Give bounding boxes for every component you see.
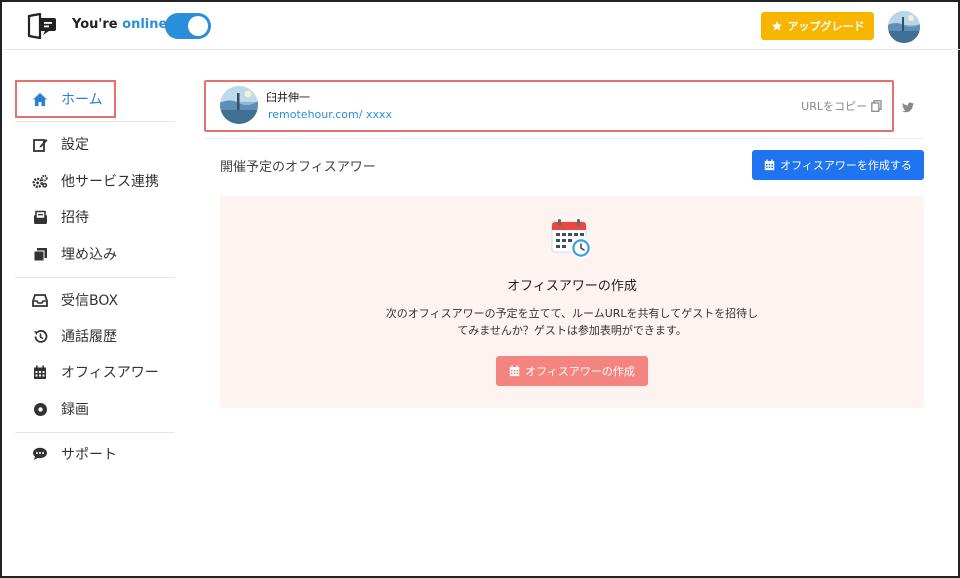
- sidebar-divider: [15, 432, 175, 433]
- calendar-icon: [764, 159, 775, 171]
- sidebar-item-label: サポート: [61, 447, 117, 463]
- panel-create-label: オフィスアワーの作成: [525, 365, 635, 378]
- sidebar-item-label: オフィスアワー: [61, 365, 159, 381]
- sidebar-item-home[interactable]: ホーム: [32, 84, 103, 114]
- copy-icon: [871, 100, 882, 112]
- user-avatar[interactable]: [888, 11, 920, 43]
- profile-name: 臼井伸一: [266, 91, 310, 104]
- star-icon: [771, 21, 782, 31]
- create-office-hour-panel-button[interactable]: オフィスアワーの作成: [496, 356, 648, 386]
- sidebar-item-label: ホーム: [61, 92, 103, 108]
- sidebar-item-label: 受信BOX: [61, 293, 119, 309]
- chat-icon: [32, 446, 48, 462]
- sidebar-item-inbox[interactable]: 受信BOX: [32, 285, 118, 315]
- sidebar-item-recording[interactable]: 録画: [32, 394, 89, 424]
- edit-icon: [32, 136, 48, 152]
- online-toggle[interactable]: [165, 13, 211, 39]
- sidebar-divider: [15, 277, 175, 278]
- sidebar-item-label: 埋め込み: [61, 247, 117, 263]
- invite-icon: [32, 209, 48, 225]
- record-icon: [32, 401, 48, 417]
- empty-state-panel: オフィスアワーの作成 次のオフィスアワーの予定を立てて、ルームURLを共有してゲ…: [220, 196, 924, 408]
- sidebar: ホーム 設定 他サービス連携 招待 埋め込み 受信BOX 通話履歴 オフィスアワ…: [4, 50, 184, 578]
- sidebar-item-label: 招待: [61, 210, 89, 226]
- sidebar-item-label: 録画: [61, 402, 89, 418]
- toggle-knob: [188, 16, 208, 36]
- history-icon: [32, 328, 48, 344]
- calendar-icon: [32, 364, 48, 380]
- home-icon: [32, 91, 48, 107]
- sidebar-item-integrations[interactable]: 他サービス連携: [32, 166, 159, 196]
- sidebar-item-label: 通話履歴: [61, 329, 117, 345]
- calendar-clock-icon: [550, 217, 592, 259]
- remotehour-logo-icon[interactable]: [26, 12, 58, 40]
- online-label: online: [122, 17, 168, 32]
- sidebar-item-call-history[interactable]: 通話履歴: [32, 321, 117, 351]
- copy-url-button[interactable]: URLをコピー: [801, 98, 882, 114]
- empty-state-title: オフィスアワーの作成: [507, 279, 637, 294]
- room-url-link[interactable]: remotehour.com/ xxxx: [268, 108, 392, 121]
- top-header: You're online アップグレード: [4, 4, 960, 50]
- gears-icon: [32, 173, 48, 189]
- create-office-hour-label: オフィスアワーを作成する: [780, 159, 912, 172]
- sidebar-item-support[interactable]: サポート: [32, 439, 117, 469]
- sidebar-item-label: 他サービス連携: [61, 174, 159, 190]
- sidebar-item-embed[interactable]: 埋め込み: [32, 239, 117, 269]
- copy-url-label: URLをコピー: [801, 100, 867, 113]
- sidebar-item-office-hours[interactable]: オフィスアワー: [32, 357, 159, 387]
- inbox-icon: [32, 292, 48, 308]
- content-divider: [204, 138, 924, 139]
- sidebar-item-invite[interactable]: 招待: [32, 202, 89, 232]
- empty-state-description: 次のオフィスアワーの予定を立てて、ルームURLを共有してゲストを招待してみません…: [385, 307, 759, 337]
- sidebar-item-settings[interactable]: 設定: [32, 129, 89, 159]
- twitter-icon[interactable]: [902, 98, 914, 113]
- upgrade-button[interactable]: アップグレード: [761, 12, 874, 40]
- create-office-hour-button[interactable]: オフィスアワーを作成する: [752, 150, 924, 180]
- profile-avatar: [220, 86, 258, 124]
- embed-icon: [32, 246, 48, 262]
- sidebar-item-label: 設定: [61, 137, 89, 153]
- online-status-text: You're online: [72, 17, 168, 32]
- sidebar-divider: [15, 121, 175, 122]
- profile-url-card: 臼井伸一 remotehour.com/ xxxx URLをコピー: [204, 80, 894, 132]
- app-frame: You're online アップグレード ホーム 設定 他サービス連携 招待 …: [0, 0, 960, 578]
- upgrade-label: アップグレード: [787, 20, 865, 33]
- upcoming-office-hours-title: 開催予定のオフィスアワー: [220, 160, 376, 175]
- calendar-icon: [509, 365, 520, 377]
